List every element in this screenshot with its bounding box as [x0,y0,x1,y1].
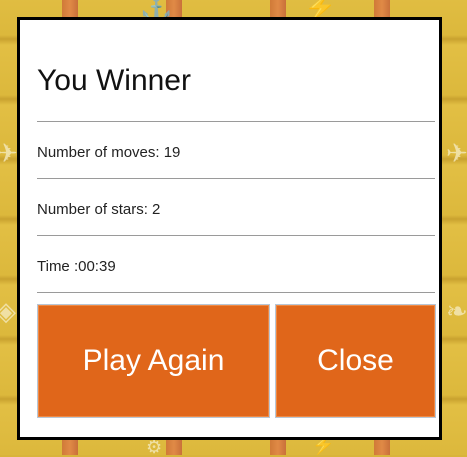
play-again-button[interactable]: Play Again [37,304,270,418]
stars-label: Number of stars: [37,201,148,218]
moves-label: Number of moves: [37,144,160,161]
cube-icon: ◈ [0,296,16,326]
time-stat: Time :00:39 [37,258,116,275]
time-value: 00:39 [78,258,116,275]
divider [37,292,435,293]
divider [37,121,435,122]
bicycle-icon: ⚙ [146,437,163,457]
moves-stat: Number of moves: 19 [37,144,180,161]
divider [37,178,435,179]
winner-modal: You Winner Number of moves: 19 Number of… [17,17,442,440]
modal-title: You Winner [37,64,191,97]
divider [37,235,435,236]
moves-value: 19 [163,144,181,161]
time-label: Time : [37,258,79,275]
close-button[interactable]: Close [275,304,436,418]
stars-stat: Number of stars: 2 [37,201,160,218]
paper-plane-icon: ✈ [0,138,18,168]
paper-plane-icon: ✈ [446,138,467,168]
stars-value: 2 [152,201,161,218]
leaf-icon: ❧ [446,296,467,326]
